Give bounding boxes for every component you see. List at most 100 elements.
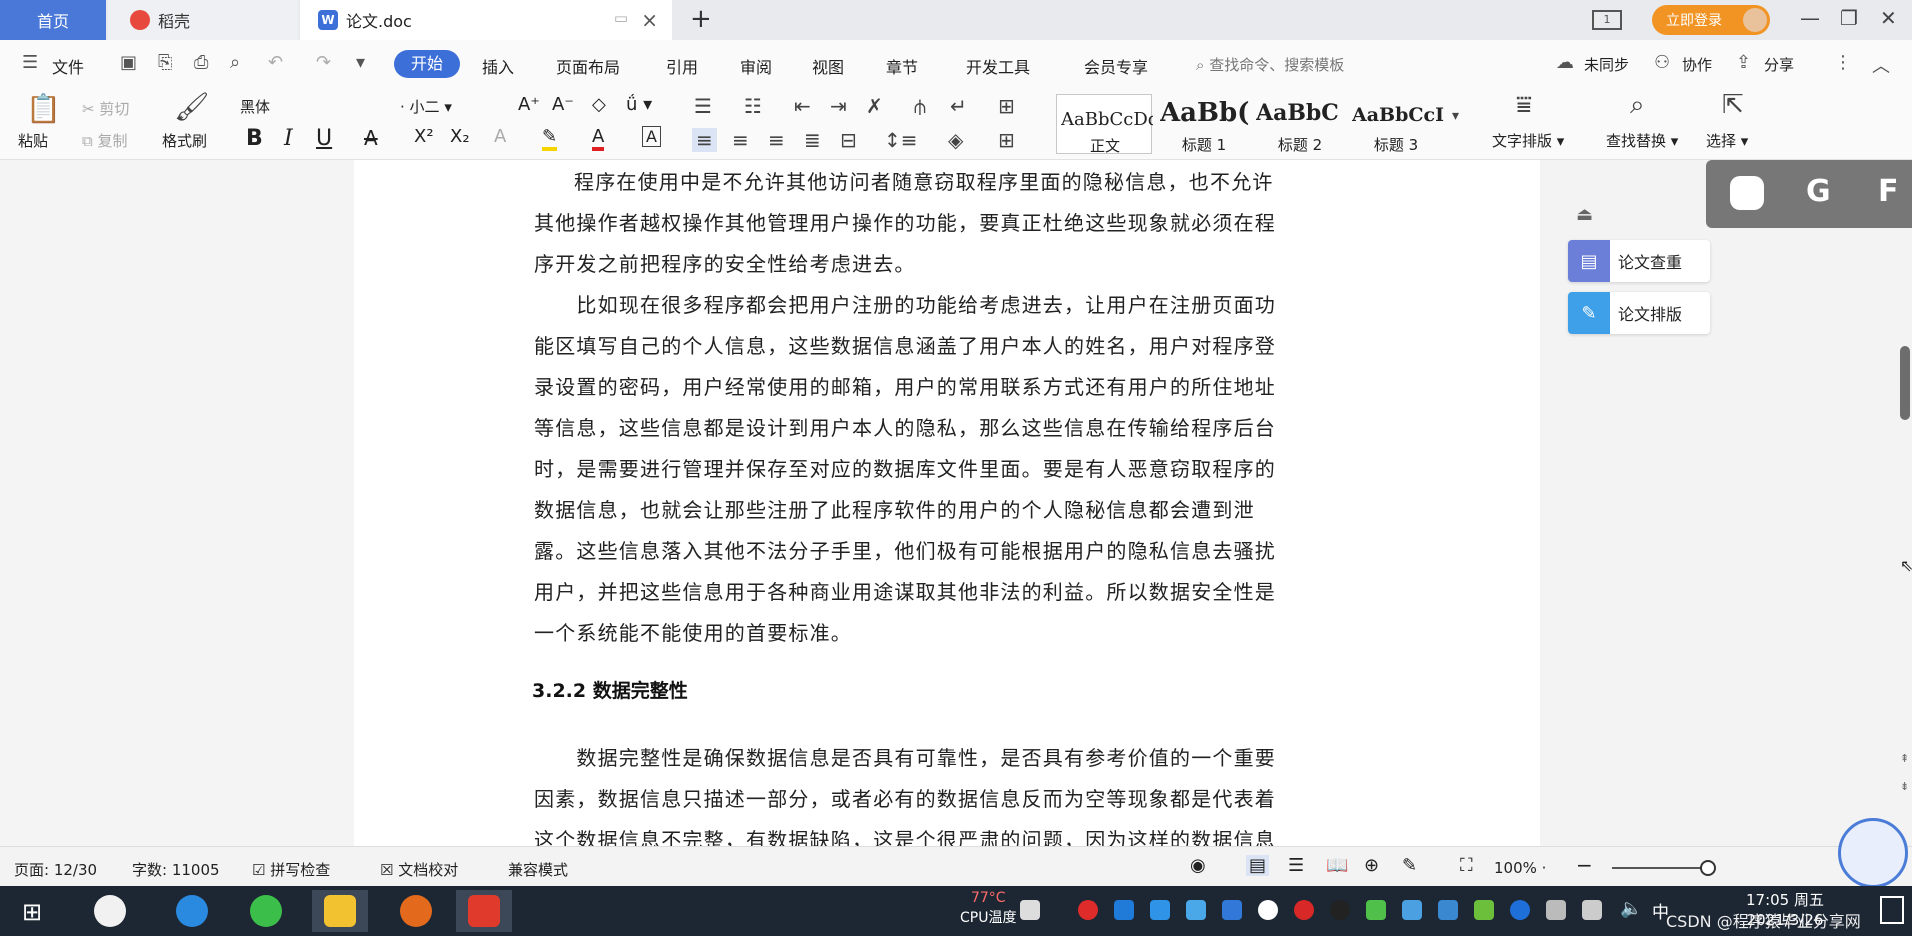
document-body[interactable]: 程序在使用中是不允许其他访问者随意窃取程序里面的隐秘信息，也不允许 其他操作者越… [534, 162, 1360, 654]
float-window-icon[interactable]: ▭ [614, 9, 628, 27]
italic-icon[interactable]: I [284, 126, 293, 151]
floating-overlay[interactable]: G F [1706, 160, 1912, 228]
taskbar-app-1[interactable] [82, 890, 138, 932]
window-layout-icon[interactable]: 1 [1592, 10, 1622, 30]
increase-indent-icon[interactable]: ⇥ [830, 94, 847, 118]
word-count[interactable]: 字数: 11005 [132, 859, 220, 880]
paste-icon[interactable]: 📋 [26, 92, 61, 125]
battery-icon[interactable] [1582, 900, 1602, 920]
panel-collapse-icon[interactable]: ⏏ [1576, 204, 1593, 225]
shield-icon[interactable] [1222, 900, 1242, 920]
strikethrough-icon[interactable]: A [364, 126, 378, 150]
tray-icon[interactable] [1150, 900, 1170, 920]
fit-page-icon[interactable]: ⛶ [1460, 855, 1473, 876]
usb-icon[interactable] [1546, 900, 1566, 920]
save-icon[interactable]: ▣ [120, 52, 137, 73]
font-name-select[interactable]: 黑体 [240, 96, 270, 122]
find-icon[interactable]: ⌕ [1630, 90, 1645, 121]
spellcheck-button[interactable]: ☑ 拼写检查 [252, 859, 330, 880]
maximize-icon[interactable]: ❐ [1840, 6, 1858, 30]
decrease-indent-icon[interactable]: ⇤ [794, 94, 811, 118]
align-right-icon[interactable]: ≡ [768, 128, 785, 152]
bullet-list-icon[interactable]: ☰ [694, 94, 712, 118]
shrink-font-icon[interactable]: A⁻ [552, 94, 574, 115]
tab-daoke[interactable]: 稻壳 [108, 0, 298, 40]
share-button[interactable]: 分享 [1764, 54, 1794, 75]
proofread-button[interactable]: ☒ 文档校对 [380, 859, 458, 880]
superscript-icon[interactable]: X² [414, 126, 434, 147]
bold-icon[interactable]: B [246, 126, 263, 151]
char-border-icon[interactable]: A [642, 126, 661, 147]
copy-button[interactable]: ⧉ 复制 [82, 130, 128, 151]
web-view-icon[interactable]: ⊕ [1364, 855, 1379, 876]
tab-member[interactable]: 会员专享 [1084, 54, 1148, 78]
taskbar-app-5[interactable] [388, 890, 444, 932]
new-tab-button[interactable]: + [690, 4, 712, 34]
text-layout-button[interactable]: 文字排版 ▾ [1492, 130, 1564, 151]
style-heading-3[interactable]: AaBbCcI 标题 3 [1348, 94, 1444, 154]
print-icon[interactable]: ⎙ [194, 52, 208, 73]
clear-format-icon[interactable]: ◇ [592, 94, 606, 115]
shading-icon[interactable]: ◈ [948, 128, 963, 152]
menu-file[interactable]: 文件 [52, 54, 84, 78]
highlight-icon[interactable]: ✎ [542, 126, 558, 151]
collaborate-button[interactable]: 协作 [1682, 54, 1712, 75]
font-color-icon[interactable]: A [592, 126, 605, 151]
text-layout-icon[interactable]: ⩸ [1516, 90, 1532, 121]
collapse-ribbon-icon[interactable]: ︿ [1872, 52, 1890, 78]
zoom-out-icon[interactable]: − [1576, 853, 1593, 877]
paper-layout-button[interactable]: ✎ 论文排版 [1568, 292, 1710, 334]
outline-view-icon[interactable]: ☰ [1288, 855, 1304, 876]
align-center-icon[interactable]: ≡ [732, 128, 749, 152]
hamburger-icon[interactable]: ☰ [22, 52, 38, 73]
tray-icon[interactable] [1078, 900, 1098, 920]
style-heading-2[interactable]: AaBbC 标题 2 [1252, 94, 1348, 154]
customize-toolbar-icon[interactable]: ▾ [356, 52, 365, 73]
styles-more-icon[interactable]: ▾ [1452, 108, 1459, 124]
vertical-scrollbar[interactable] [1900, 346, 1910, 420]
line-spacing-icon[interactable]: ↕≡ [884, 128, 918, 152]
select-cursor-icon[interactable]: ⇱ [1722, 90, 1744, 120]
close-tab-icon[interactable]: × [641, 8, 658, 32]
zoom-slider-handle[interactable] [1700, 860, 1716, 876]
page-view-icon[interactable]: ▤ [1246, 855, 1270, 876]
text-direction-icon[interactable]: ⫛ [914, 94, 926, 118]
find-replace-button[interactable]: 查找替换 ▾ [1606, 130, 1678, 151]
notification-center-icon[interactable] [1880, 896, 1904, 924]
tab-home[interactable]: 首页 [0, 0, 106, 40]
ruler-icon[interactable]: ⊞ [998, 94, 1015, 118]
tray-icon[interactable] [1020, 900, 1040, 920]
redo-icon[interactable]: ↷ [316, 52, 331, 73]
grow-font-icon[interactable]: A⁺ [518, 94, 540, 115]
format-painter-icon[interactable]: 🖌 [174, 90, 210, 123]
command-search[interactable]: ⌕ 查找命令、搜索模板 [1196, 54, 1344, 75]
login-button[interactable]: 立即登录 [1652, 5, 1770, 35]
tab-insert[interactable]: 插入 [482, 54, 514, 78]
overlay-f-icon[interactable]: F [1878, 174, 1899, 209]
write-mode-icon[interactable]: ✎ [1402, 855, 1417, 876]
tray-icon[interactable] [1402, 900, 1422, 920]
sync-status[interactable]: 未同步 [1584, 54, 1629, 75]
zoom-level[interactable]: 100% · [1494, 859, 1546, 877]
output-pdf-icon[interactable]: ⎘ [158, 52, 172, 73]
numbered-list-icon[interactable]: ☷ [744, 94, 762, 118]
tray-icon[interactable] [1438, 900, 1458, 920]
tray-icon[interactable] [1114, 900, 1134, 920]
volume-icon[interactable]: 🔈 [1620, 898, 1642, 919]
tab-developer[interactable]: 开发工具 [966, 54, 1030, 78]
eye-protect-icon[interactable]: ◉ [1190, 855, 1206, 876]
paper-check-button[interactable]: ▤ 论文查重 [1568, 240, 1710, 282]
style-normal[interactable]: AaBbCcDd 正文 [1056, 94, 1153, 155]
assistant-bubble[interactable] [1838, 818, 1908, 888]
distributed-align-icon[interactable]: ⊟ [840, 128, 857, 152]
bluetooth-icon[interactable] [1510, 900, 1530, 920]
overlay-record-icon[interactable] [1730, 176, 1764, 210]
paste-button[interactable]: 粘贴 [18, 130, 48, 151]
zoom-slider[interactable] [1612, 867, 1704, 869]
taskbar-ie[interactable] [164, 890, 220, 932]
tab-review[interactable]: 审阅 [740, 54, 772, 78]
tray-icon[interactable] [1366, 900, 1386, 920]
phonetic-guide-icon[interactable]: ǘ ▾ [626, 94, 652, 115]
tab-start[interactable]: 开始 [394, 50, 460, 78]
style-heading-1[interactable]: AaBb( 标题 1 [1156, 94, 1252, 154]
